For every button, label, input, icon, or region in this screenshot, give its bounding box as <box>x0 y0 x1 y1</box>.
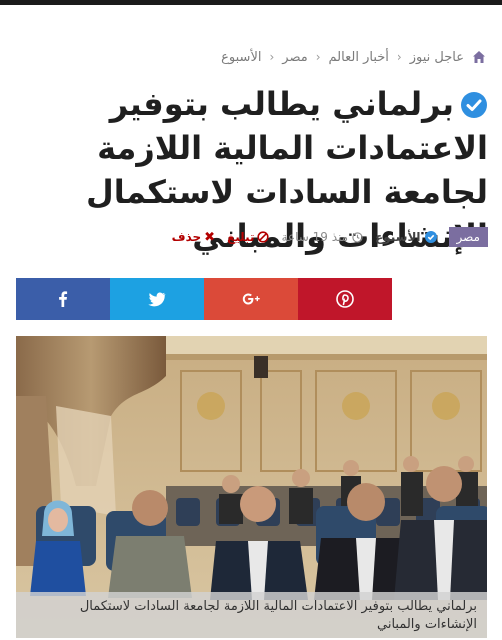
category-badge[interactable]: مصر <box>448 227 488 247</box>
article-meta: مصر الأسبوع منذ 19 ساعة تبليغ ✖ حذف <box>14 226 488 248</box>
share-twitter-button[interactable] <box>110 278 204 320</box>
report-label: تبليغ <box>227 230 255 244</box>
share-bar <box>16 278 392 320</box>
facebook-icon <box>59 291 68 307</box>
delete-label: حذف <box>171 230 202 244</box>
publish-time: منذ 19 ساعة <box>281 230 363 244</box>
home-icon[interactable] <box>472 50 486 64</box>
article-photo[interactable]: برلماني يطالب بتوفير الاعتمادات المالية … <box>16 336 487 638</box>
chevron-left-icon: ‹ <box>269 50 275 64</box>
publish-time-text: منذ 19 ساعة <box>281 230 349 244</box>
top-bar <box>0 0 502 5</box>
verified-check-icon <box>424 231 437 243</box>
pinterest-icon <box>336 290 354 308</box>
author[interactable]: الأسبوع <box>375 230 437 244</box>
report-button[interactable]: تبليغ <box>227 230 270 244</box>
breadcrumb-item-home[interactable]: عاجل نيوز <box>410 50 464 65</box>
close-icon: ✖ <box>204 229 216 245</box>
breadcrumb: عاجل نيوز ‹ أخبار العالم ‹ مصر ‹ الأسبوع <box>16 46 486 68</box>
author-name: الأسبوع <box>375 230 421 244</box>
chevron-left-icon: ‹ <box>396 50 402 64</box>
photo-caption: برلماني يطالب بتوفير الاعتمادات المالية … <box>16 592 487 638</box>
delete-button[interactable]: ✖ حذف <box>172 230 215 245</box>
chevron-left-icon: ‹ <box>315 50 321 64</box>
twitter-icon <box>148 292 166 307</box>
ban-icon <box>257 231 270 243</box>
clock-icon <box>352 231 363 243</box>
google-plus-icon <box>242 293 260 305</box>
verified-check-icon <box>461 92 487 118</box>
breadcrumb-item-source[interactable]: الأسبوع <box>221 50 261 65</box>
share-pinterest-button[interactable] <box>298 278 392 320</box>
share-facebook-button[interactable] <box>16 278 110 320</box>
breadcrumb-item-egypt[interactable]: مصر <box>282 50 307 65</box>
share-google-plus-button[interactable] <box>204 278 298 320</box>
breadcrumb-item-world-news[interactable]: أخبار العالم <box>329 50 389 65</box>
